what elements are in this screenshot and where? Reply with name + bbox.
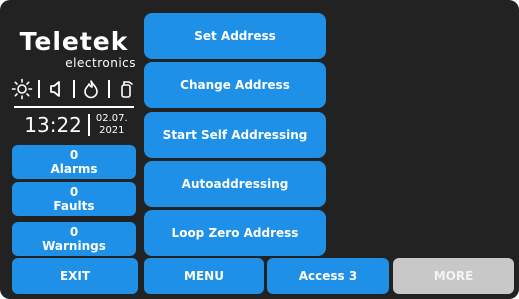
clock-divider <box>87 114 90 136</box>
alarms-count: 0 <box>69 148 79 162</box>
start-self-addressing-button[interactable]: Start Self Addressing <box>144 112 326 158</box>
access-level-button[interactable]: Access 3 <box>267 258 389 294</box>
extinguisher-icon <box>114 78 138 100</box>
set-address-button[interactable]: Set Address <box>144 13 326 59</box>
autoaddressing-button[interactable]: Autoaddressing <box>144 161 326 207</box>
clock-date: 02.07. 2021 <box>96 113 128 137</box>
clock-time: 13:22 <box>24 113 82 137</box>
more-button[interactable]: MORE <box>393 258 514 294</box>
clock: 13:22 02.07. 2021 <box>14 110 138 140</box>
clock-date-year: 2021 <box>99 125 125 136</box>
icon-divider <box>38 80 41 98</box>
alarms-counter-button[interactable]: 0 Alarms <box>12 145 136 179</box>
alarms-label: Alarms <box>50 162 98 176</box>
change-address-button[interactable]: Change Address <box>144 62 326 108</box>
clock-date-day: 02.07. <box>95 113 128 124</box>
status-icon-row <box>10 78 138 100</box>
icon-divider <box>72 80 75 98</box>
faults-count: 0 <box>69 185 79 199</box>
warnings-label: Warnings <box>42 239 106 253</box>
warnings-count: 0 <box>69 225 79 239</box>
brand-logo: Teletek <box>19 27 129 56</box>
exit-button[interactable]: EXIT <box>12 258 138 294</box>
sun-icon <box>10 78 34 100</box>
warnings-counter-button[interactable]: 0 Warnings <box>12 222 136 256</box>
icon-divider <box>107 80 110 98</box>
fire-icon <box>79 78 103 100</box>
faults-label: Faults <box>53 199 95 213</box>
divider-line <box>14 106 134 108</box>
faults-counter-button[interactable]: 0 Faults <box>12 182 136 216</box>
speaker-icon <box>45 78 69 100</box>
panel-screen: Teletek electronics 13:22 02.07. 2021 0 … <box>0 0 519 299</box>
menu-button[interactable]: MENU <box>144 258 264 294</box>
loop-zero-address-button[interactable]: Loop Zero Address <box>144 210 326 256</box>
brand-subtitle: electronics <box>65 56 136 70</box>
